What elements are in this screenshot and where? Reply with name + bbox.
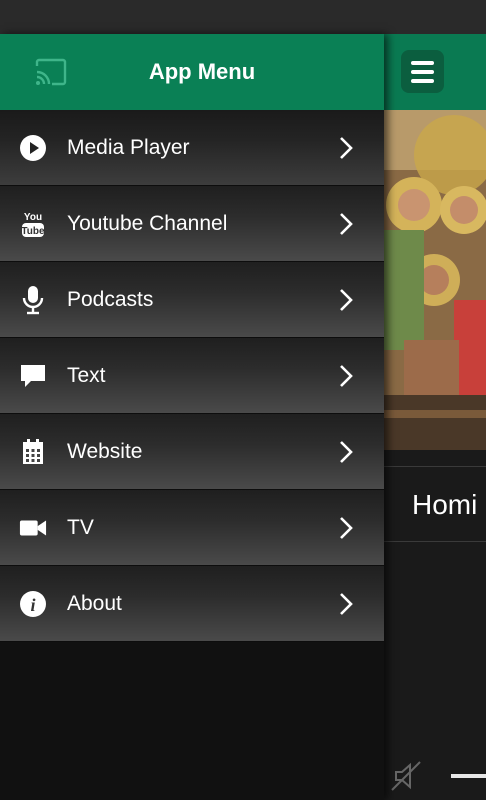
chevron-right-icon [336, 288, 356, 317]
menu-item-tv[interactable]: TV [0, 490, 384, 566]
menu-item-label: About [67, 592, 122, 615]
menu-item-label: Media Player [67, 136, 190, 159]
chevron-right-icon [336, 364, 356, 393]
svg-text:i: i [30, 595, 35, 615]
info-icon: i [19, 590, 47, 618]
menu-item-label: Podcasts [67, 288, 154, 311]
play-circle-icon [19, 134, 47, 162]
background-screen: Homi [384, 34, 486, 800]
status-bar [0, 0, 486, 34]
video-camera-icon [19, 514, 47, 542]
chevron-right-icon [336, 212, 356, 241]
list-item[interactable]: Homi [384, 466, 486, 542]
menu-item-text[interactable]: Text [0, 338, 384, 414]
mute-icon[interactable] [388, 758, 424, 799]
list-item-title: Homi [412, 489, 478, 520]
menu-item-label: Website [67, 440, 143, 463]
chevron-right-icon [336, 440, 356, 469]
youtube-icon: You Tube [19, 210, 47, 238]
volume-slider[interactable] [451, 774, 486, 778]
menu-item-label: TV [67, 516, 94, 539]
header-artwork [384, 110, 486, 450]
speech-bubble-icon [19, 362, 47, 390]
chevron-right-icon [336, 136, 356, 165]
navigation-drawer: App Menu Media Player You Tube Youtube C… [0, 34, 384, 800]
menu-item-podcasts[interactable]: Podcasts [0, 262, 384, 338]
chevron-right-icon [336, 592, 356, 621]
menu-button[interactable] [401, 50, 444, 93]
menu-item-media-player[interactable]: Media Player [0, 110, 384, 186]
microphone-icon [19, 286, 47, 315]
menu-item-website[interactable]: Website [0, 414, 384, 490]
menu-item-about[interactable]: i About [0, 566, 384, 642]
menu-bar-line [411, 79, 434, 83]
svg-text:You: You [24, 212, 42, 223]
menu-item-label: Youtube Channel [67, 212, 228, 235]
drawer-title: App Menu [148, 59, 256, 84]
calendar-icon [19, 438, 47, 466]
menu-list: Media Player You Tube Youtube Channel Po… [0, 110, 384, 642]
menu-item-label: Text [67, 364, 106, 387]
menu-bar-line [411, 61, 434, 65]
drawer-header: App Menu [0, 34, 384, 110]
menu-bar-line [411, 70, 434, 74]
chevron-right-icon [336, 516, 356, 545]
menu-item-youtube-channel[interactable]: You Tube Youtube Channel [0, 186, 384, 262]
svg-text:Tube: Tube [21, 226, 45, 237]
